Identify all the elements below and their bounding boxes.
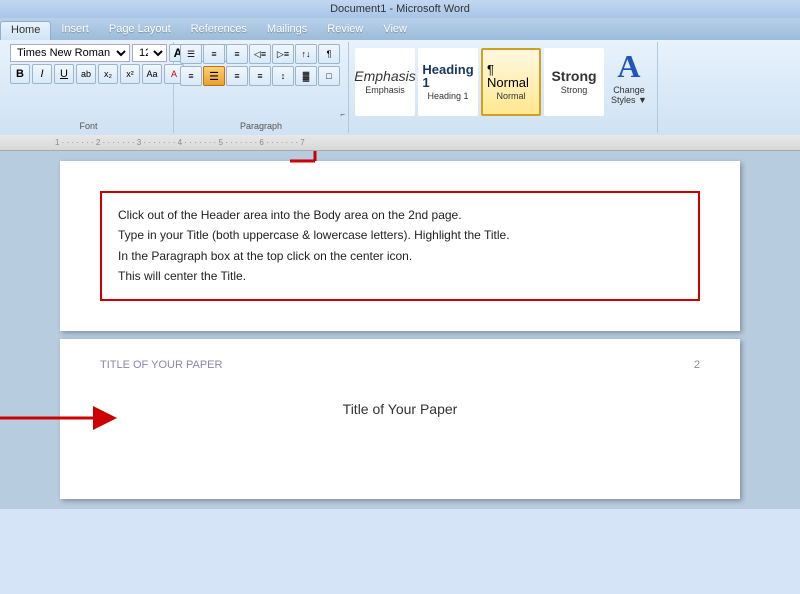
case-button[interactable]: Aa — [142, 64, 162, 84]
paper-title[interactable]: Title of Your Paper — [100, 401, 700, 417]
italic-button[interactable]: I — [32, 64, 52, 84]
red-arrow-up-annotation — [255, 151, 375, 163]
instruction-box: Click out of the Header area into the Bo… — [100, 191, 700, 301]
align-center-button[interactable]: ☰ — [203, 66, 225, 86]
line-spacing-button[interactable]: ↕ — [272, 66, 294, 86]
font-size-selector[interactable]: 12 — [132, 44, 167, 62]
multilevel-button[interactable]: ≡ — [226, 44, 248, 64]
style-strong-button[interactable]: Strong Strong — [544, 48, 604, 116]
align-right-button[interactable]: ≡ — [226, 66, 248, 86]
font-group-label: Font — [4, 121, 173, 131]
instruction-line2: Type in your Title (both uppercase & low… — [118, 225, 682, 245]
instruction-line4: This will center the Title. — [118, 266, 682, 286]
ruler-marks: 1 · · · · · · · 2 · · · · · · · 3 · · · … — [55, 138, 305, 147]
title-bar: Document1 - Microsoft Word — [0, 0, 800, 18]
superscript-button[interactable]: x² — [120, 64, 140, 84]
style-heading1-button[interactable]: Heading 1 Heading 1 — [418, 48, 478, 116]
numbering-button[interactable]: ≡ — [203, 44, 225, 64]
ruler: 1 · · · · · · · 2 · · · · · · · 3 · · · … — [0, 135, 800, 151]
strong-preview: Strong — [551, 69, 596, 83]
ribbon-content: Times New Roman 12 A A ✕ B I U ab x₂ x² … — [0, 40, 800, 135]
subscript-button[interactable]: x₂ — [98, 64, 118, 84]
underline-button[interactable]: U — [54, 64, 74, 84]
styles-group: Emphasis Emphasis Heading 1 Heading 1 ¶ … — [349, 42, 658, 133]
sort-button[interactable]: ↑↓ — [295, 44, 317, 64]
tab-page-layout[interactable]: Page Layout — [99, 21, 181, 40]
page-header: TITLE OF YOUR PAPER 2 — [100, 359, 700, 371]
paragraph-group-content: ☰ ≡ ≡ ◁≡ ▷≡ ↑↓ ¶ ≡ ☰ ≡ ≡ ↕ ▓ □ — [180, 44, 340, 131]
align-left-button[interactable]: ≡ — [180, 66, 202, 86]
strikethrough-button[interactable]: ab — [76, 64, 96, 84]
paragraph-group-label: Paragraph — [174, 121, 348, 131]
normal-preview: ¶ Normal — [487, 63, 535, 89]
tab-home[interactable]: Home — [0, 21, 51, 40]
title-text: Document1 - Microsoft Word — [330, 3, 470, 15]
header-title: TITLE OF YOUR PAPER — [100, 359, 222, 371]
font-selector[interactable]: Times New Roman — [10, 44, 130, 62]
font-group: Times New Roman 12 A A ✕ B I U ab x₂ x² … — [4, 42, 174, 133]
paragraph-expand-button[interactable]: ⌐ — [340, 110, 345, 119]
show-marks-button[interactable]: ¶ — [318, 44, 340, 64]
change-styles-icon: A — [617, 48, 640, 85]
decrease-indent-button[interactable]: ◁≡ — [249, 44, 271, 64]
para-row1: ☰ ≡ ≡ ◁≡ ▷≡ ↑↓ ¶ — [180, 44, 340, 64]
tab-references[interactable]: References — [181, 21, 257, 40]
change-styles-label: ChangeStyles ▼ — [611, 85, 647, 105]
heading1-preview: Heading 1 — [422, 63, 473, 89]
paragraph-group: ☰ ≡ ≡ ◁≡ ▷≡ ↑↓ ¶ ≡ ☰ ≡ ≡ ↕ ▓ □ ⌐ Paragra… — [174, 42, 349, 133]
tab-insert[interactable]: Insert — [51, 21, 99, 40]
style-normal-button[interactable]: ¶ Normal Normal — [481, 48, 541, 116]
emphasis-label: Emphasis — [365, 85, 405, 95]
increase-indent-button[interactable]: ▷≡ — [272, 44, 294, 64]
page-1: Click out of the Header area into the Bo… — [60, 161, 740, 331]
normal-label: Normal — [496, 91, 525, 101]
change-styles-button[interactable]: A ChangeStyles ▼ — [607, 44, 651, 119]
justify-button[interactable]: ≡ — [249, 66, 271, 86]
para-row2: ≡ ☰ ≡ ≡ ↕ ▓ □ — [180, 66, 340, 86]
tab-review[interactable]: Review — [317, 21, 373, 40]
heading1-label: Heading 1 — [427, 91, 468, 101]
document-area: Click out of the Header area into the Bo… — [0, 151, 800, 509]
instruction-line3: In the Paragraph box at the top click on… — [118, 246, 682, 266]
ribbon-tabs: Home Insert Page Layout References Maili… — [0, 18, 800, 40]
strong-label: Strong — [561, 85, 588, 95]
page-number: 2 — [694, 359, 700, 371]
shading-button[interactable]: ▓ — [295, 66, 317, 86]
title-area: Title of Your Paper — [100, 401, 700, 417]
bold-button[interactable]: B — [10, 64, 30, 84]
instruction-line1: Click out of the Header area into the Bo… — [118, 205, 682, 225]
bullets-button[interactable]: ☰ — [180, 44, 202, 64]
style-emphasis-button[interactable]: Emphasis Emphasis — [355, 48, 415, 116]
page-2: TITLE OF YOUR PAPER 2 Title of Your Pape… — [60, 339, 740, 499]
emphasis-preview: Emphasis — [354, 69, 415, 83]
border-button[interactable]: □ — [318, 66, 340, 86]
tab-mailings[interactable]: Mailings — [257, 21, 317, 40]
tab-view[interactable]: View — [373, 21, 417, 40]
